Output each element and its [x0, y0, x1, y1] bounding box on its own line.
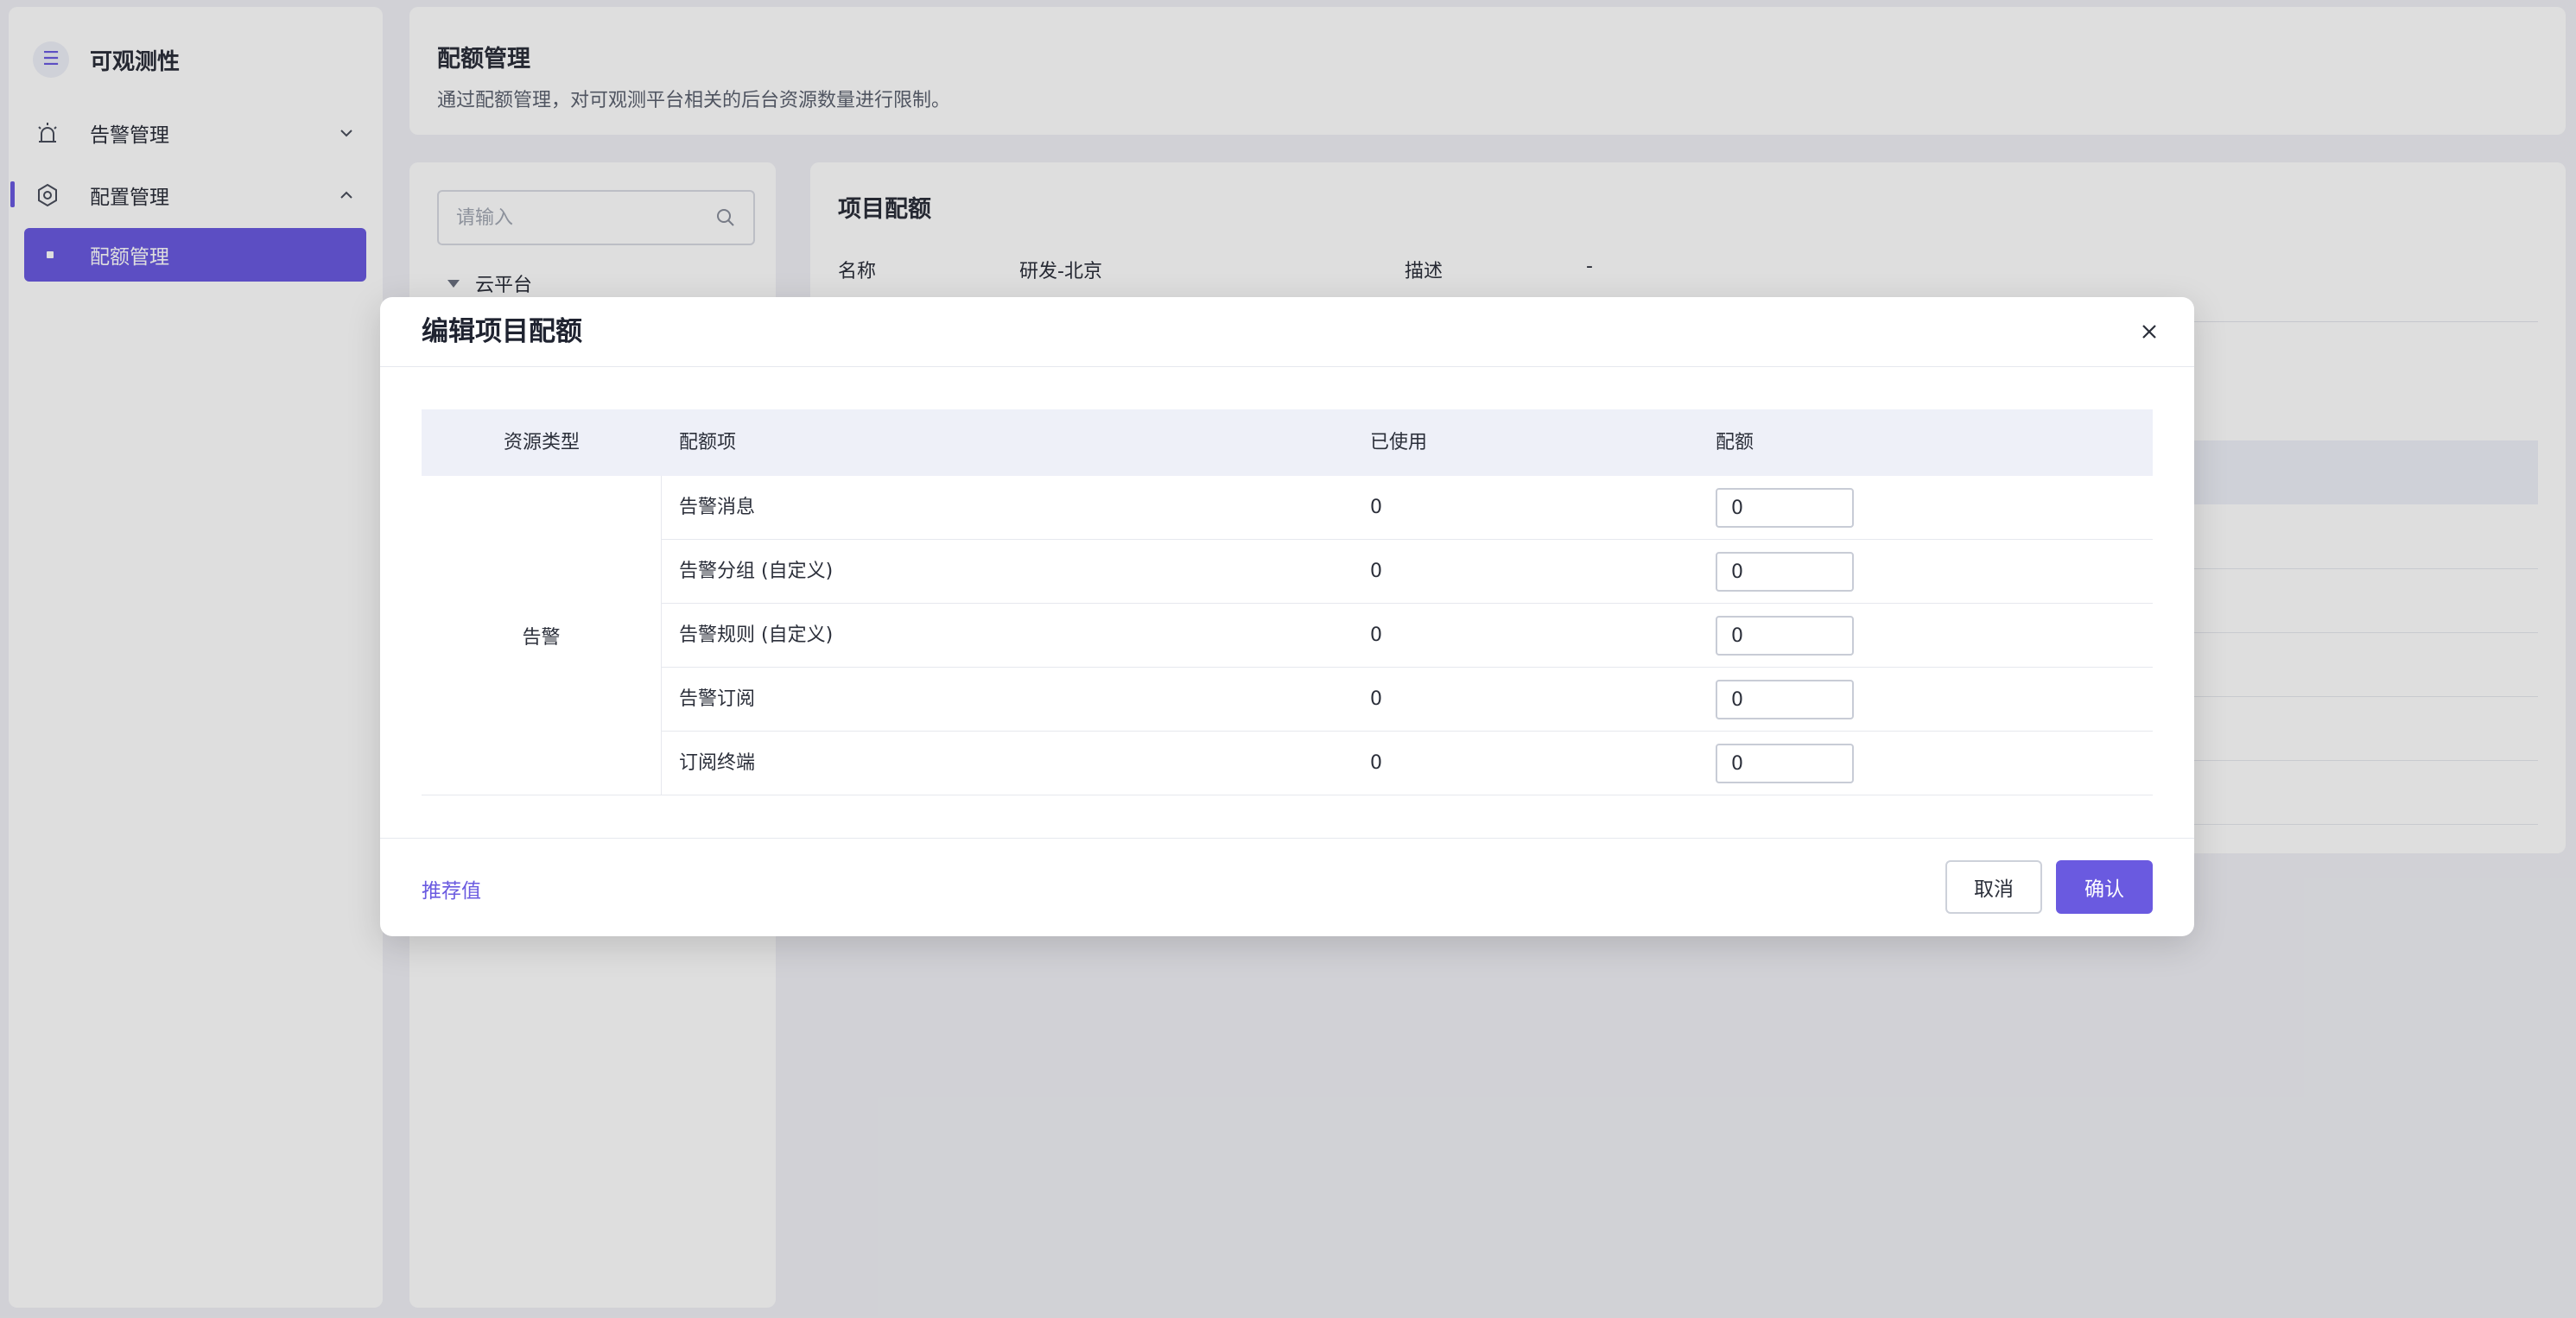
column-header-used: 已使用 [1370, 432, 1428, 453]
quota-item-name: 告警分组 (自定义) [679, 561, 834, 582]
edit-quota-dialog: 编辑项目配额 资源类型 配额项 已使用 配额 告警 告警消息 0 告警分组 (自… [380, 297, 2194, 936]
quota-table: 资源类型 配额项 已使用 配额 告警 告警消息 0 告警分组 (自定义) 0 告… [422, 409, 2153, 795]
table-row: 告警规则 (自定义) 0 [662, 604, 2153, 668]
column-header-item: 配额项 [679, 432, 737, 453]
quota-used-value: 0 [1370, 624, 1382, 646]
quota-input[interactable] [1716, 744, 1854, 783]
dialog-title: 编辑项目配额 [422, 316, 582, 347]
quota-item-name: 告警规则 (自定义) [679, 624, 834, 646]
recommended-value-link[interactable]: 推荐值 [422, 874, 481, 903]
quota-input[interactable] [1716, 488, 1854, 528]
quota-input[interactable] [1716, 552, 1854, 592]
quota-input[interactable] [1716, 680, 1854, 719]
resource-type-cell: 告警 [422, 476, 662, 795]
confirm-button[interactable]: 确认 [2056, 860, 2153, 914]
quota-item-name: 订阅终端 [679, 752, 756, 774]
cancel-button[interactable]: 取消 [1945, 860, 2042, 914]
table-body: 告警 告警消息 0 告警分组 (自定义) 0 告警规则 (自定义) 0 告警订阅… [422, 476, 2153, 795]
table-header: 资源类型 配额项 已使用 配额 [422, 409, 2153, 476]
quota-used-value: 0 [1370, 561, 1382, 582]
quota-used-value: 0 [1370, 688, 1382, 710]
quota-input[interactable] [1716, 616, 1854, 656]
divider [380, 366, 2194, 367]
table-row: 告警订阅 0 [662, 668, 2153, 732]
quota-item-name: 告警订阅 [679, 688, 756, 710]
close-icon[interactable] [2135, 318, 2163, 345]
table-row: 告警分组 (自定义) 0 [662, 540, 2153, 604]
quota-item-name: 告警消息 [679, 497, 756, 518]
table-row: 告警消息 0 [662, 476, 2153, 540]
divider [380, 838, 2194, 839]
column-header-quota: 配额 [1716, 432, 1754, 453]
quota-used-value: 0 [1370, 752, 1382, 774]
column-header-type: 资源类型 [503, 432, 580, 453]
table-row: 订阅终端 0 [662, 732, 2153, 795]
quota-used-value: 0 [1370, 497, 1382, 518]
